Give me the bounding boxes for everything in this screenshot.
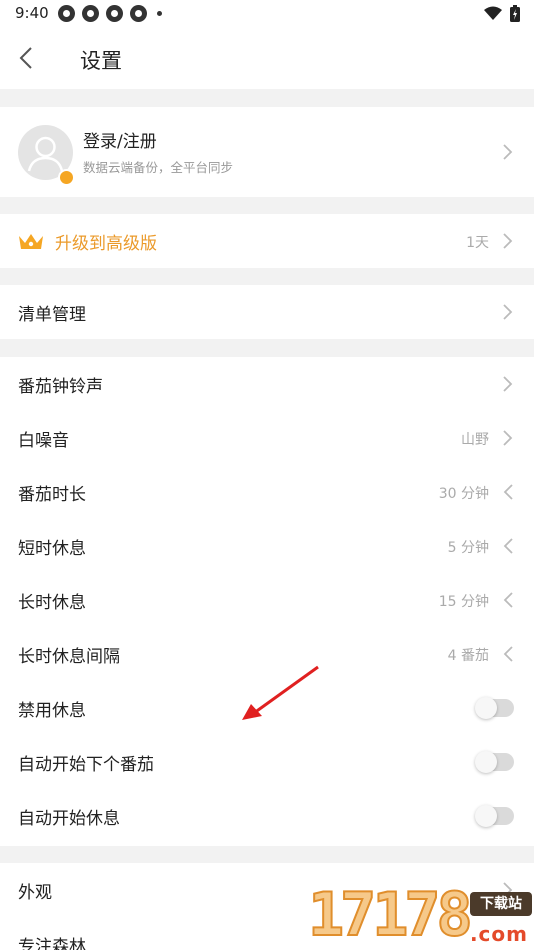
upgrade-label: 升级到高级版 [55, 234, 157, 254]
upgrade-row[interactable]: 升级到高级版 1天 [0, 214, 534, 268]
toggle-knob [475, 697, 497, 719]
toggle-knob [475, 805, 497, 827]
list-management-row[interactable]: 清单管理 [0, 285, 534, 339]
auto-start-break-toggle[interactable] [475, 805, 514, 827]
back-button[interactable] [14, 44, 42, 72]
notification-app-icon [130, 5, 147, 22]
watermark-number: 17178 [307, 879, 474, 950]
chevron-right-icon [503, 144, 513, 160]
vip-badge-icon [58, 169, 75, 186]
row-value: 5 分钟 [447, 540, 489, 556]
row-value: 4 番茄 [447, 648, 489, 664]
row-label: 白噪音 [18, 431, 69, 451]
battery-icon [510, 5, 520, 22]
login-register-label: 登录/注册 [83, 132, 157, 152]
notification-app-icon [58, 5, 75, 22]
auto-start-break-row: 自动开始休息 [0, 789, 534, 843]
chevron-right-icon [503, 304, 513, 320]
more-notifications-dot [157, 11, 162, 16]
status-bar: 9:40 [0, 0, 534, 28]
row-label: 番茄时长 [18, 485, 86, 505]
row-label: 外观 [18, 883, 52, 903]
upgrade-value: 1天 [466, 235, 489, 251]
auto-start-pomodoro-row: 自动开始下个番茄 [0, 735, 534, 789]
watermark-tag: 下载站 [470, 892, 532, 916]
chevron-left-icon [503, 646, 513, 662]
row-label: 短时休息 [18, 539, 86, 559]
annotation-arrow-icon [242, 665, 319, 720]
login-subtitle: 数据云端备份，全平台同步 [83, 160, 234, 175]
pomodoro-duration-row[interactable]: 番茄时长 30 分钟 [0, 465, 534, 519]
watermark-domain: .com [469, 922, 528, 946]
site-watermark: 17178 下载站 .com [307, 878, 534, 950]
row-value: 15 分钟 [438, 594, 489, 610]
chevron-left-icon [503, 484, 513, 500]
disable-break-toggle[interactable] [475, 697, 514, 719]
row-label: 自动开始下个番茄 [18, 755, 154, 775]
list-management-label: 清单管理 [18, 305, 86, 325]
pomodoro-sound-row[interactable]: 番茄钟铃声 [0, 357, 534, 411]
toggle-knob [475, 751, 497, 773]
white-noise-row[interactable]: 白噪音 山野 [0, 411, 534, 465]
row-label: 长时休息间隔 [18, 647, 120, 667]
row-label: 专注森林 [18, 937, 86, 950]
chevron-right-icon [503, 233, 513, 249]
row-label: 禁用休息 [18, 701, 86, 721]
row-label: 长时休息 [18, 593, 86, 613]
row-label: 自动开始休息 [18, 809, 120, 829]
chevron-right-icon [503, 430, 513, 446]
short-break-row[interactable]: 短时休息 5 分钟 [0, 519, 534, 573]
notification-icons [58, 5, 162, 22]
notification-app-icon [106, 5, 123, 22]
row-value: 山野 [461, 432, 489, 448]
row-value: 30 分钟 [438, 486, 489, 502]
status-time: 9:40 [15, 4, 49, 22]
page-title: 设置 [80, 49, 122, 73]
row-label: 番茄钟铃声 [18, 377, 103, 397]
notification-app-icon [82, 5, 99, 22]
pomodoro-settings-group: 番茄钟铃声 白噪音 山野 番茄时长 30 分钟 短时休息 5 分钟 长时休息 1… [0, 357, 534, 846]
app-header: 设置 [0, 28, 534, 89]
account-row[interactable]: 登录/注册 数据云端备份，全平台同步 [0, 107, 534, 197]
wifi-icon [484, 6, 502, 20]
auto-start-pomodoro-toggle[interactable] [475, 751, 514, 773]
long-break-row[interactable]: 长时休息 15 分钟 [0, 573, 534, 627]
chevron-left-icon [503, 538, 513, 554]
settings-screen: 9:40 设置 登录/注册 数据云端备份，全平台同步 升级到高级版 1天 清单管… [0, 0, 534, 950]
chevron-left-icon [503, 592, 513, 608]
crown-icon [19, 234, 43, 249]
chevron-right-icon [503, 376, 513, 392]
system-icons [484, 5, 520, 22]
